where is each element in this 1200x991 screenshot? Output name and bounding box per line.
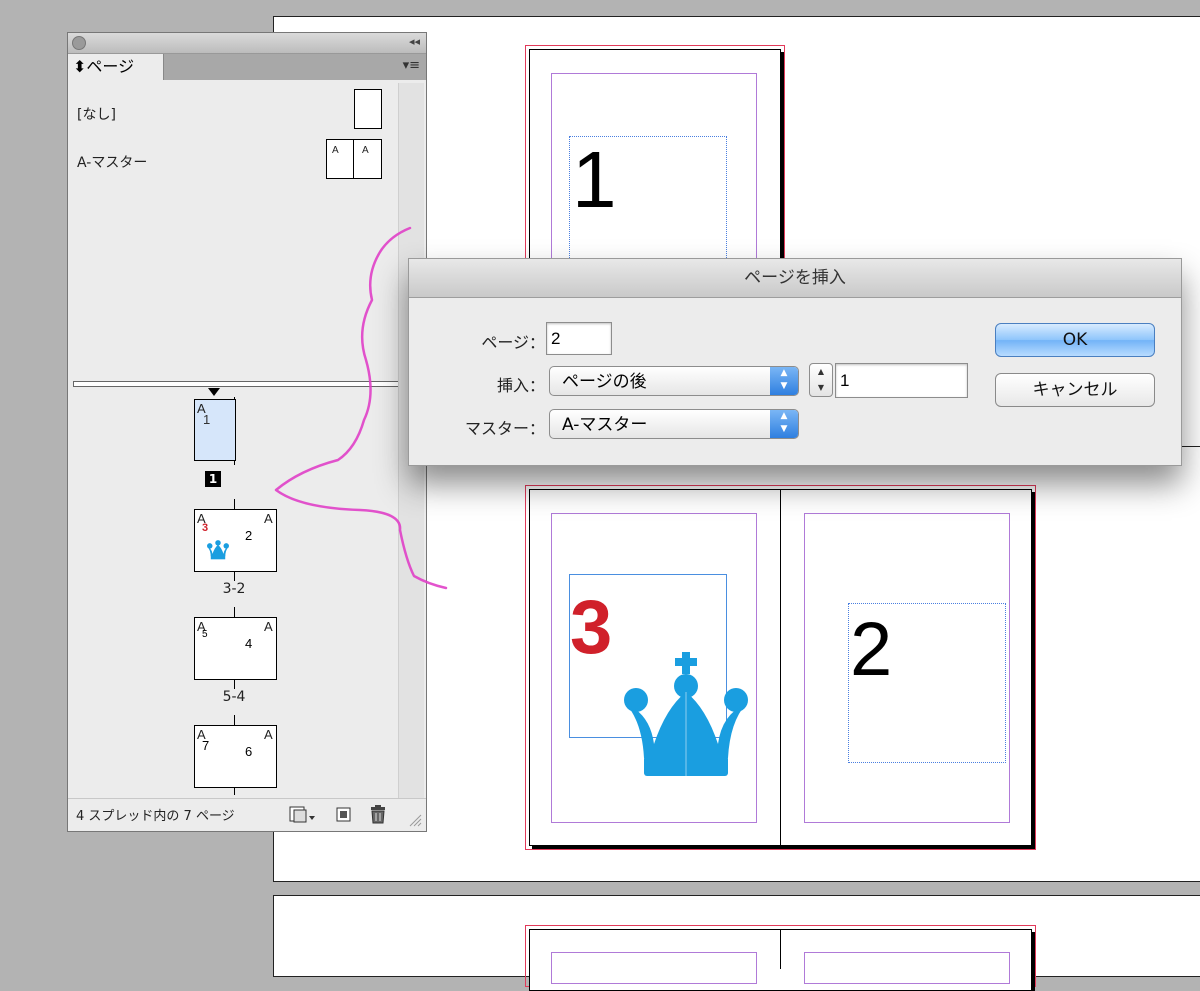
- ok-button[interactable]: OK: [995, 323, 1155, 357]
- popup-arrows-icon: ▲ ▼: [770, 367, 798, 395]
- cancel-button[interactable]: キャンセル: [995, 373, 1155, 407]
- master-field-label: マスター：: [464, 419, 545, 438]
- insert-count-input[interactable]: [835, 363, 968, 398]
- annotation-scribble: [274, 226, 448, 590]
- insert-position-value: ページの後: [562, 372, 647, 392]
- master-popup-value: A-マスター: [562, 415, 648, 435]
- insert-position-popup[interactable]: ページの後 ▲ ▼: [549, 366, 799, 396]
- page-field-label: ページ：: [481, 333, 545, 352]
- dialog-title[interactable]: ページを挿入: [409, 259, 1181, 298]
- insert-pages-dialog: ページを挿入 ページ： 挿入： ページの後 ▲▼ ▲▼ マスター： A-マスター…: [408, 258, 1182, 466]
- count-stepper[interactable]: ▲ ▼: [809, 363, 833, 397]
- page-number-input[interactable]: [546, 322, 612, 355]
- insert-field-label: 挿入：: [496, 376, 545, 395]
- master-popup[interactable]: A-マスター ▲ ▼: [549, 409, 799, 439]
- popup-arrows-icon-2: ▲ ▼: [770, 410, 798, 438]
